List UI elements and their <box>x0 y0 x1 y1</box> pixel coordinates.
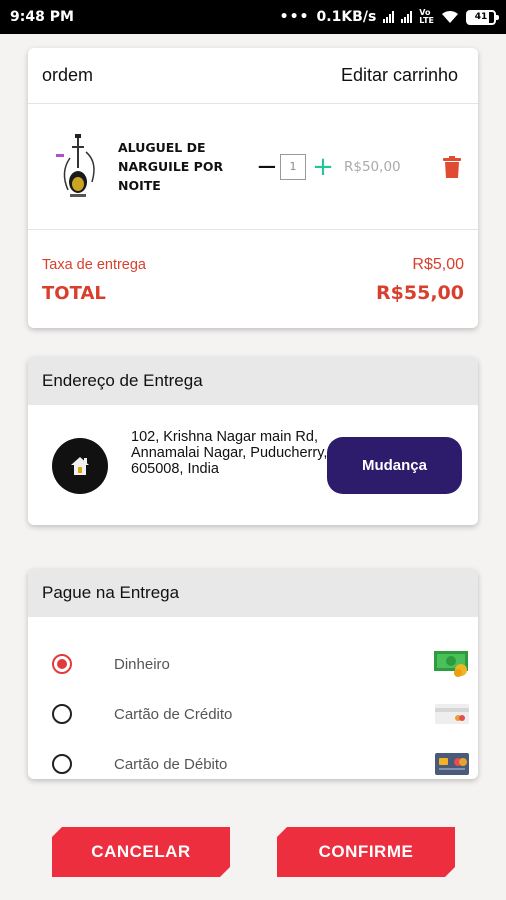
delivery-fee-label: Taxa de entrega <box>42 257 146 273</box>
radio-debit-card[interactable] <box>52 754 72 774</box>
radio-credit-card[interactable] <box>52 704 72 724</box>
payment-option-label: Cartão de Crédito <box>114 705 233 723</box>
order-title: ordem <box>42 65 94 85</box>
cart-item: ALUGUEL DE NARGUILE POR NOITE − 1 + R$50… <box>28 104 478 230</box>
battery-level: 41 <box>474 12 488 22</box>
quantity-field[interactable]: 1 <box>280 153 306 180</box>
delivery-fee-value: R$5,00 <box>412 256 464 273</box>
order-header: ordem Editar carrinho <box>28 48 478 104</box>
status-indicators: ••• 0.1KB/s Vo LTE 41 <box>279 8 499 25</box>
change-address-button[interactable]: Mudança <box>327 437 462 494</box>
credit-card-icon <box>435 704 469 724</box>
payment-option-credit-card[interactable]: Cartão de Crédito <box>28 689 478 739</box>
payment-option-label: Cartão de Débito <box>114 755 228 773</box>
home-icon <box>52 438 108 494</box>
order-card: ordem Editar carrinho ALUGUEL DE NARGUIL… <box>28 48 478 328</box>
battery-icon: 41 <box>466 9 499 25</box>
wifi-icon <box>442 10 458 23</box>
delete-icon[interactable] <box>443 156 461 178</box>
delivery-address-card: Endereço de Entrega 102, Krishna Nagar m… <box>28 357 478 525</box>
cash-icon <box>434 651 468 677</box>
confirm-button[interactable]: CONFIRME <box>277 827 455 877</box>
address-text: 102, Krishna Nagar main Rd, Annamalai Na… <box>131 429 328 477</box>
signal-icon-2 <box>401 11 413 23</box>
address-body: 102, Krishna Nagar main Rd, Annamalai Na… <box>28 405 478 525</box>
network-speed: 0.1KB/s <box>316 9 377 25</box>
quantity-stepper: − 1 + <box>256 153 336 180</box>
total-label: TOTAL <box>42 282 106 304</box>
volte-icon: Vo LTE <box>419 8 434 25</box>
decrease-quantity-button[interactable]: − <box>256 154 278 180</box>
order-totals: Taxa de entrega R$5,00 TOTAL R$55,00 <box>28 230 478 304</box>
edit-cart-link[interactable]: Editar carrinho <box>341 65 458 86</box>
total-value: R$55,00 <box>376 282 464 304</box>
payment-card: Pague na Entrega Dinheiro Cartão de Créd… <box>28 569 478 779</box>
payment-title: Pague na Entrega <box>28 569 478 617</box>
signal-icon <box>383 11 395 23</box>
debit-card-icon <box>435 753 469 775</box>
address-title: Endereço de Entrega <box>28 357 478 405</box>
increase-quantity-button[interactable]: + <box>310 154 336 180</box>
hookah-thumbnail <box>48 132 108 202</box>
item-price: R$50,00 <box>344 158 401 175</box>
status-time: 9:48 PM <box>10 9 74 25</box>
cancel-button[interactable]: CANCELAR <box>52 827 230 877</box>
notification-dots-icon: ••• <box>279 9 310 25</box>
delivery-fee-row: Taxa de entrega R$5,00 <box>42 256 464 274</box>
item-name: ALUGUEL DE NARGUILE POR NOITE <box>118 140 224 193</box>
payment-option-debit-card[interactable]: Cartão de Débito <box>28 739 478 779</box>
payment-option-label: Dinheiro <box>114 655 170 673</box>
payment-option-cash[interactable]: Dinheiro <box>28 639 478 689</box>
status-bar: 9:48 PM ••• 0.1KB/s Vo LTE 41 <box>0 0 506 34</box>
total-row: TOTAL R$55,00 <box>42 282 464 304</box>
radio-cash[interactable] <box>52 654 72 674</box>
